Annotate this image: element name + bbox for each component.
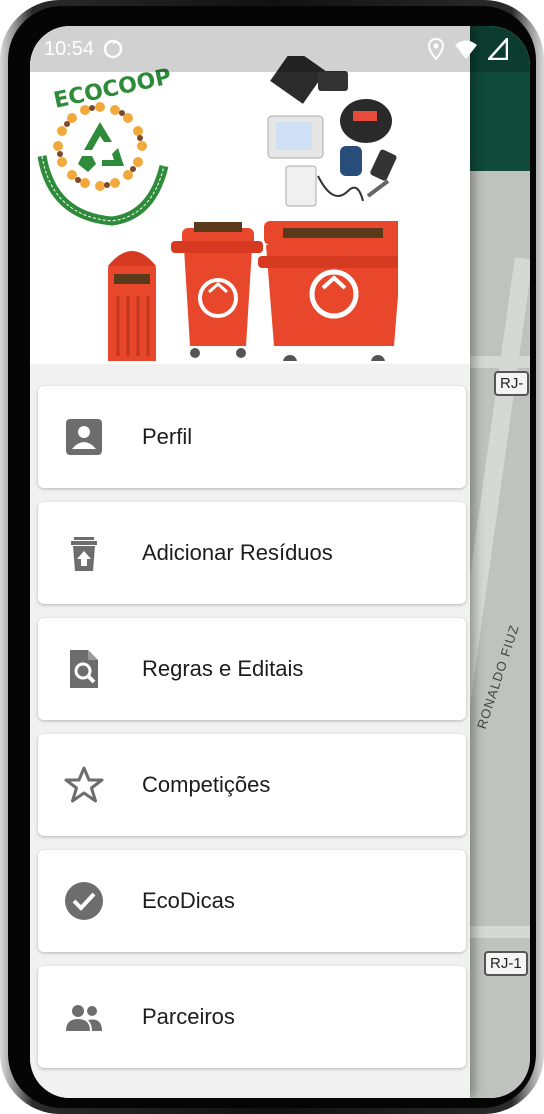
drawer-header: ECOCOOP bbox=[30, 26, 470, 364]
check-circle-icon bbox=[65, 882, 103, 920]
phone-frame: RJ- RONALDO FIUZ RJ-1 ECOCOOP Perfil Adi… bbox=[0, 0, 544, 1114]
menu-item-label: EcoDicas bbox=[142, 888, 235, 913]
wifi-icon bbox=[455, 40, 477, 59]
menu-item-label: Perfil bbox=[142, 424, 193, 449]
navigation-drawer: ECOCOOP Perfil Adicionar Resíduos Regras… bbox=[30, 26, 470, 1098]
star-outline-icon bbox=[64, 766, 104, 803]
status-bar: 10:54 bbox=[30, 26, 530, 72]
phone-bezel: RJ- RONALDO FIUZ RJ-1 ECOCOOP Perfil Adi… bbox=[8, 6, 536, 1108]
menu-item-perfil[interactable]: Perfil bbox=[38, 386, 466, 488]
menu-item-label: Adicionar Resíduos bbox=[142, 540, 333, 565]
menu-item-label: Competições bbox=[142, 772, 271, 797]
sync-icon bbox=[103, 39, 123, 59]
road-label: RJ- bbox=[494, 371, 530, 396]
map-road bbox=[470, 356, 530, 368]
document-search-icon bbox=[70, 650, 98, 688]
status-time: 10:54 bbox=[44, 37, 95, 60]
menu-item-label: Regras e Editais bbox=[142, 656, 304, 681]
phone-screen: RJ- RONALDO FIUZ RJ-1 ECOCOOP Perfil Adi… bbox=[30, 26, 530, 1098]
menu-item-ecodicas[interactable]: EcoDicas bbox=[38, 850, 466, 952]
account-box-icon bbox=[66, 419, 102, 455]
drawer-menu: Perfil Adicionar Resíduos Regras e Edita… bbox=[38, 386, 466, 1082]
location-icon bbox=[428, 38, 444, 60]
menu-item-parceiros[interactable]: Parceiros bbox=[38, 966, 466, 1068]
menu-item-competicoes[interactable]: Competições bbox=[38, 734, 466, 836]
trash-upload-icon bbox=[71, 537, 97, 571]
map-view[interactable]: RJ- RONALDO FIUZ RJ-1 bbox=[445, 26, 530, 1098]
street-name: RONALDO FIUZ bbox=[474, 622, 522, 731]
menu-item-regras-e-editais[interactable]: Regras e Editais bbox=[38, 618, 466, 720]
map-road bbox=[470, 926, 530, 938]
signal-icon bbox=[488, 38, 508, 60]
recycling-bins-illustration bbox=[108, 56, 398, 361]
menu-item-label: Parceiros bbox=[142, 1004, 235, 1029]
people-icon bbox=[66, 1005, 102, 1031]
road-label: RJ-1 bbox=[484, 951, 528, 976]
menu-item-adicionar-residuos[interactable]: Adicionar Resíduos bbox=[38, 502, 466, 604]
